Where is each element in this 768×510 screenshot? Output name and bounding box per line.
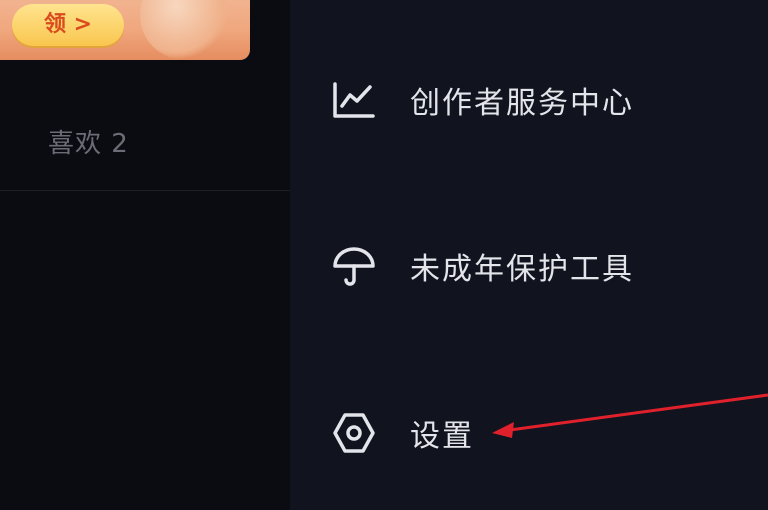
menu-item-label: 创作者服务中心	[410, 86, 634, 121]
side-drawer-menu: 创作者服务中心 未成年保护工具 设置	[290, 0, 768, 510]
promo-banner[interactable]: 领 >	[0, 0, 250, 60]
menu-item-label: 设置	[410, 419, 474, 454]
banner-decoration	[140, 0, 230, 60]
menu-item-minor-protection[interactable]: 未成年保护工具	[330, 236, 750, 296]
likes-tab[interactable]: 喜欢 2	[48, 123, 129, 160]
menu-item-label: 未成年保护工具	[410, 252, 634, 287]
profile-background-panel: 领 > 喜欢 2	[0, 0, 290, 510]
trending-chart-icon	[330, 76, 378, 124]
banner-claim-button[interactable]: 领 >	[12, 4, 124, 46]
menu-item-settings[interactable]: 设置	[330, 403, 750, 463]
menu-item-creator-center[interactable]: 创作者服务中心	[330, 70, 750, 130]
umbrella-icon	[330, 242, 378, 290]
hexagon-settings-icon	[330, 409, 378, 457]
divider	[0, 190, 290, 191]
screen: 领 > 喜欢 2 创作者服务中心 未成年保护工具 设置	[0, 0, 768, 510]
